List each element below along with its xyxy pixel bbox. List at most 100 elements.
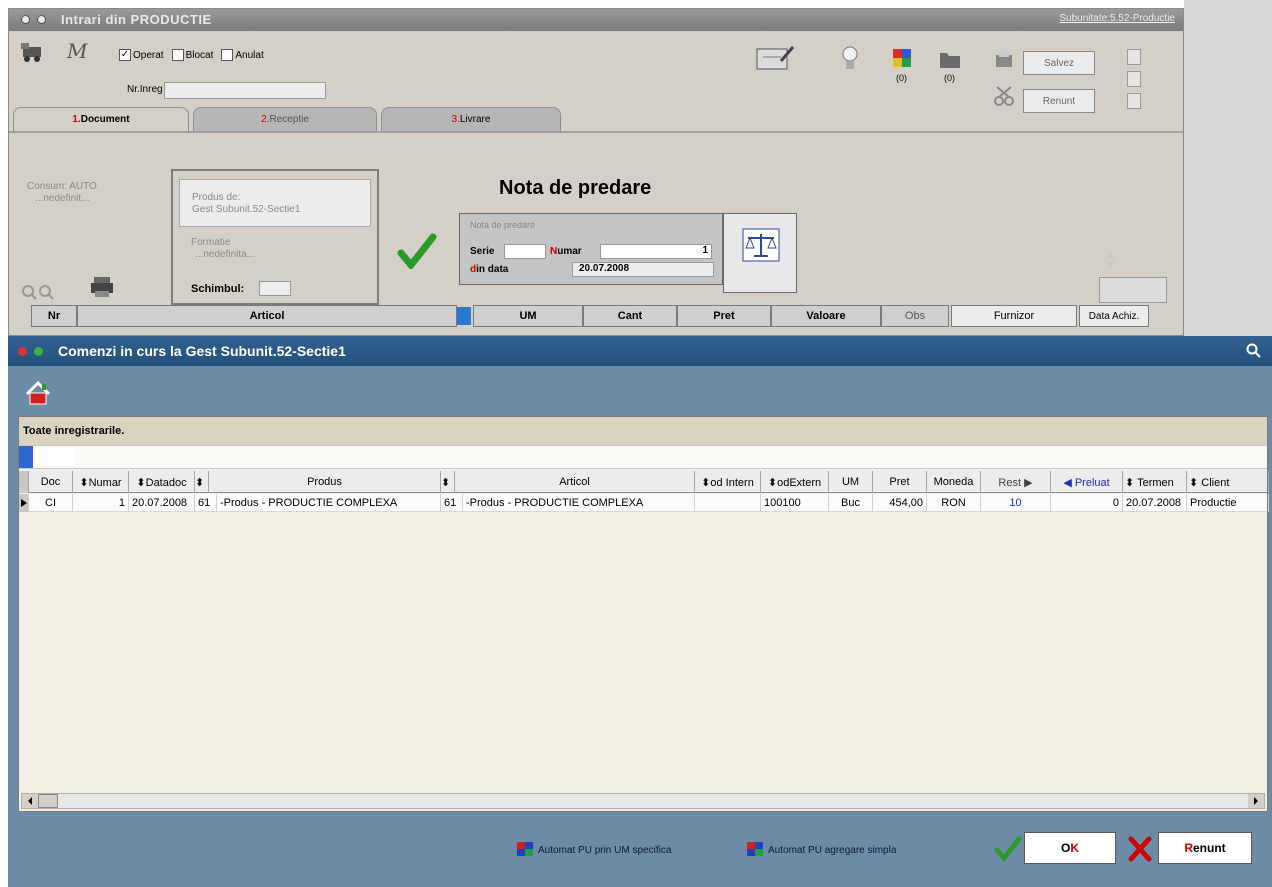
lightbulb-icon[interactable]: [841, 45, 859, 76]
cell-preluat[interactable]: 0: [1051, 494, 1123, 512]
m-logo-icon: M: [67, 39, 88, 63]
filter-row[interactable]: [19, 445, 1267, 469]
nav-arrows-icon[interactable]: [1101, 251, 1119, 272]
cancel-x-icon: [1128, 836, 1152, 865]
ok-button[interactable]: OK: [1024, 832, 1116, 864]
search-icon[interactable]: [1246, 343, 1262, 362]
col-cant[interactable]: Cant: [583, 305, 677, 327]
app-logo-icon: [19, 39, 47, 63]
save-button[interactable]: Salvez: [1023, 51, 1095, 75]
blocat-checkbox[interactable]: Blocat: [171, 49, 213, 61]
scroll-right-icon[interactable]: [1248, 794, 1264, 808]
numar-input[interactable]: 1: [600, 244, 712, 259]
col-produs[interactable]: Produs: [209, 471, 441, 493]
schimbul-input[interactable]: [259, 281, 291, 296]
horizontal-scrollbar[interactable]: [21, 793, 1265, 809]
col-doc[interactable]: Doc: [29, 471, 73, 493]
col-cod-articol[interactable]: ⬍: [441, 471, 455, 493]
col-rest[interactable]: Rest ▶: [981, 471, 1051, 493]
table-row[interactable]: CI 1 20.07.2008 61 -Produs - PRODUCTIE C…: [19, 494, 1269, 512]
produs-box[interactable]: Produs de: Gest Subunit.52-Sectie1: [179, 179, 371, 227]
tab-divider: [9, 131, 1183, 133]
col-moneda[interactable]: Moneda: [927, 471, 981, 493]
col-valoare[interactable]: Valoare: [771, 305, 881, 327]
balance-button[interactable]: [723, 213, 797, 293]
subunit-link[interactable]: Subunitate:5.52-Productie: [1059, 13, 1175, 24]
col-um[interactable]: UM: [829, 471, 873, 493]
col-articol[interactable]: Articol: [77, 305, 457, 327]
col-numar[interactable]: ⬍Numar: [73, 471, 129, 493]
din-data-input[interactable]: 20.07.2008: [572, 262, 714, 277]
scroll-down-button[interactable]: [1127, 93, 1141, 109]
cell-um: Buc: [829, 494, 873, 512]
col-datadoc[interactable]: ⬍Datadoc: [129, 471, 195, 493]
col-termen[interactable]: ⬍ Termen: [1123, 471, 1187, 493]
col-furnizor[interactable]: Furnizor: [951, 305, 1077, 327]
nr-inreg-input[interactable]: [164, 82, 326, 99]
nota-box-caption: Nota de predare: [470, 220, 536, 230]
row-indicator-header: [19, 471, 29, 493]
cube-icon[interactable]: [891, 47, 913, 72]
scissors-icon[interactable]: [993, 85, 1015, 110]
col-preluat[interactable]: ◀ Preluat: [1051, 471, 1123, 493]
folder-icon[interactable]: [939, 49, 961, 72]
search-icon[interactable]: [21, 283, 57, 304]
cancel-button[interactable]: Renunt: [1023, 89, 1095, 113]
renunt-button[interactable]: Renunt: [1158, 832, 1252, 864]
scroll-up-button[interactable]: [1127, 49, 1141, 65]
tab-document[interactable]: 1. Document: [13, 107, 189, 131]
balance-scale-icon: [742, 228, 780, 265]
serie-input[interactable]: [504, 244, 546, 259]
scroll-left-icon[interactable]: [22, 794, 38, 808]
cell-datadoc: 20.07.2008: [129, 494, 195, 512]
desktop-backdrop: [1184, 0, 1272, 336]
formatie-label: Formatie: [191, 237, 231, 248]
col-obs[interactable]: Obs: [881, 305, 949, 327]
auto-simple-toggle[interactable]: Automat PU agregare simpla: [746, 841, 896, 860]
scroll-thumb[interactable]: [38, 794, 58, 808]
col-nr[interactable]: Nr: [31, 305, 77, 327]
serie-label: Serie: [470, 246, 495, 257]
tab-livrare[interactable]: 3. Livrare: [381, 107, 561, 131]
close-dot-icon[interactable]: [18, 347, 27, 356]
operat-checkbox[interactable]: ✓ Operat: [119, 49, 164, 61]
produs-panel: Produs de: Gest Subunit.52-Sectie1 Forma…: [171, 169, 379, 305]
col-cod-extern[interactable]: ⬍odExtern: [761, 471, 829, 493]
auto-um-toggle[interactable]: Automat PU prin UM specifica: [516, 841, 671, 860]
column-picker-icon[interactable]: [457, 307, 471, 325]
col-articol[interactable]: Articol: [455, 471, 695, 493]
anulat-checkbox[interactable]: Anulat: [221, 49, 264, 61]
cell-client: Productie: [1187, 494, 1269, 512]
col-cod-produs[interactable]: ⬍: [195, 471, 209, 493]
schimbul-label: Schimbul:: [191, 283, 245, 295]
col-pret[interactable]: Pret: [677, 305, 771, 327]
scroll-mid-button[interactable]: [1127, 71, 1141, 87]
confirm-check-icon[interactable]: [397, 233, 437, 272]
cell-cod-produs: 61: [195, 494, 217, 512]
printer-save-icon[interactable]: [993, 49, 1015, 74]
bg-minimize-dot-icon[interactable]: [37, 15, 46, 24]
col-um[interactable]: UM: [473, 305, 583, 327]
grid-header-row: Doc ⬍Numar ⬍Datadoc ⬍ Produs ⬍ Articol ⬍…: [19, 471, 1269, 493]
cell-rest[interactable]: 10: [981, 494, 1051, 512]
edit-form-icon[interactable]: [755, 43, 795, 76]
col-data-achiz[interactable]: Data Achiz.: [1079, 305, 1149, 327]
home-refresh-icon[interactable]: [24, 380, 54, 409]
maximize-dot-icon[interactable]: [34, 347, 43, 356]
tab-receptie[interactable]: 2. Receptie: [193, 107, 377, 131]
consum-value: ...nedefinit...: [35, 193, 90, 204]
cell-termen: 20.07.2008: [1123, 494, 1187, 512]
col-pret[interactable]: Pret: [873, 471, 927, 493]
cell-numar: 1: [73, 494, 129, 512]
color-flag-icon: [516, 841, 534, 860]
cell-cod-articol: 61: [441, 494, 463, 512]
filter-input[interactable]: [35, 448, 75, 466]
bg-close-dot-icon[interactable]: [21, 15, 30, 24]
status-checkboxes: ✓ Operat Blocat Anulat: [119, 49, 264, 61]
col-client[interactable]: ⬍ Client: [1187, 471, 1269, 493]
nr-inreg-label: Nr.Inreg: [127, 84, 163, 95]
col-cod-intern[interactable]: ⬍od Intern: [695, 471, 761, 493]
printer-icon[interactable]: [89, 275, 115, 302]
filter-indicator: [19, 446, 33, 468]
move-buttons[interactable]: [1099, 277, 1167, 303]
